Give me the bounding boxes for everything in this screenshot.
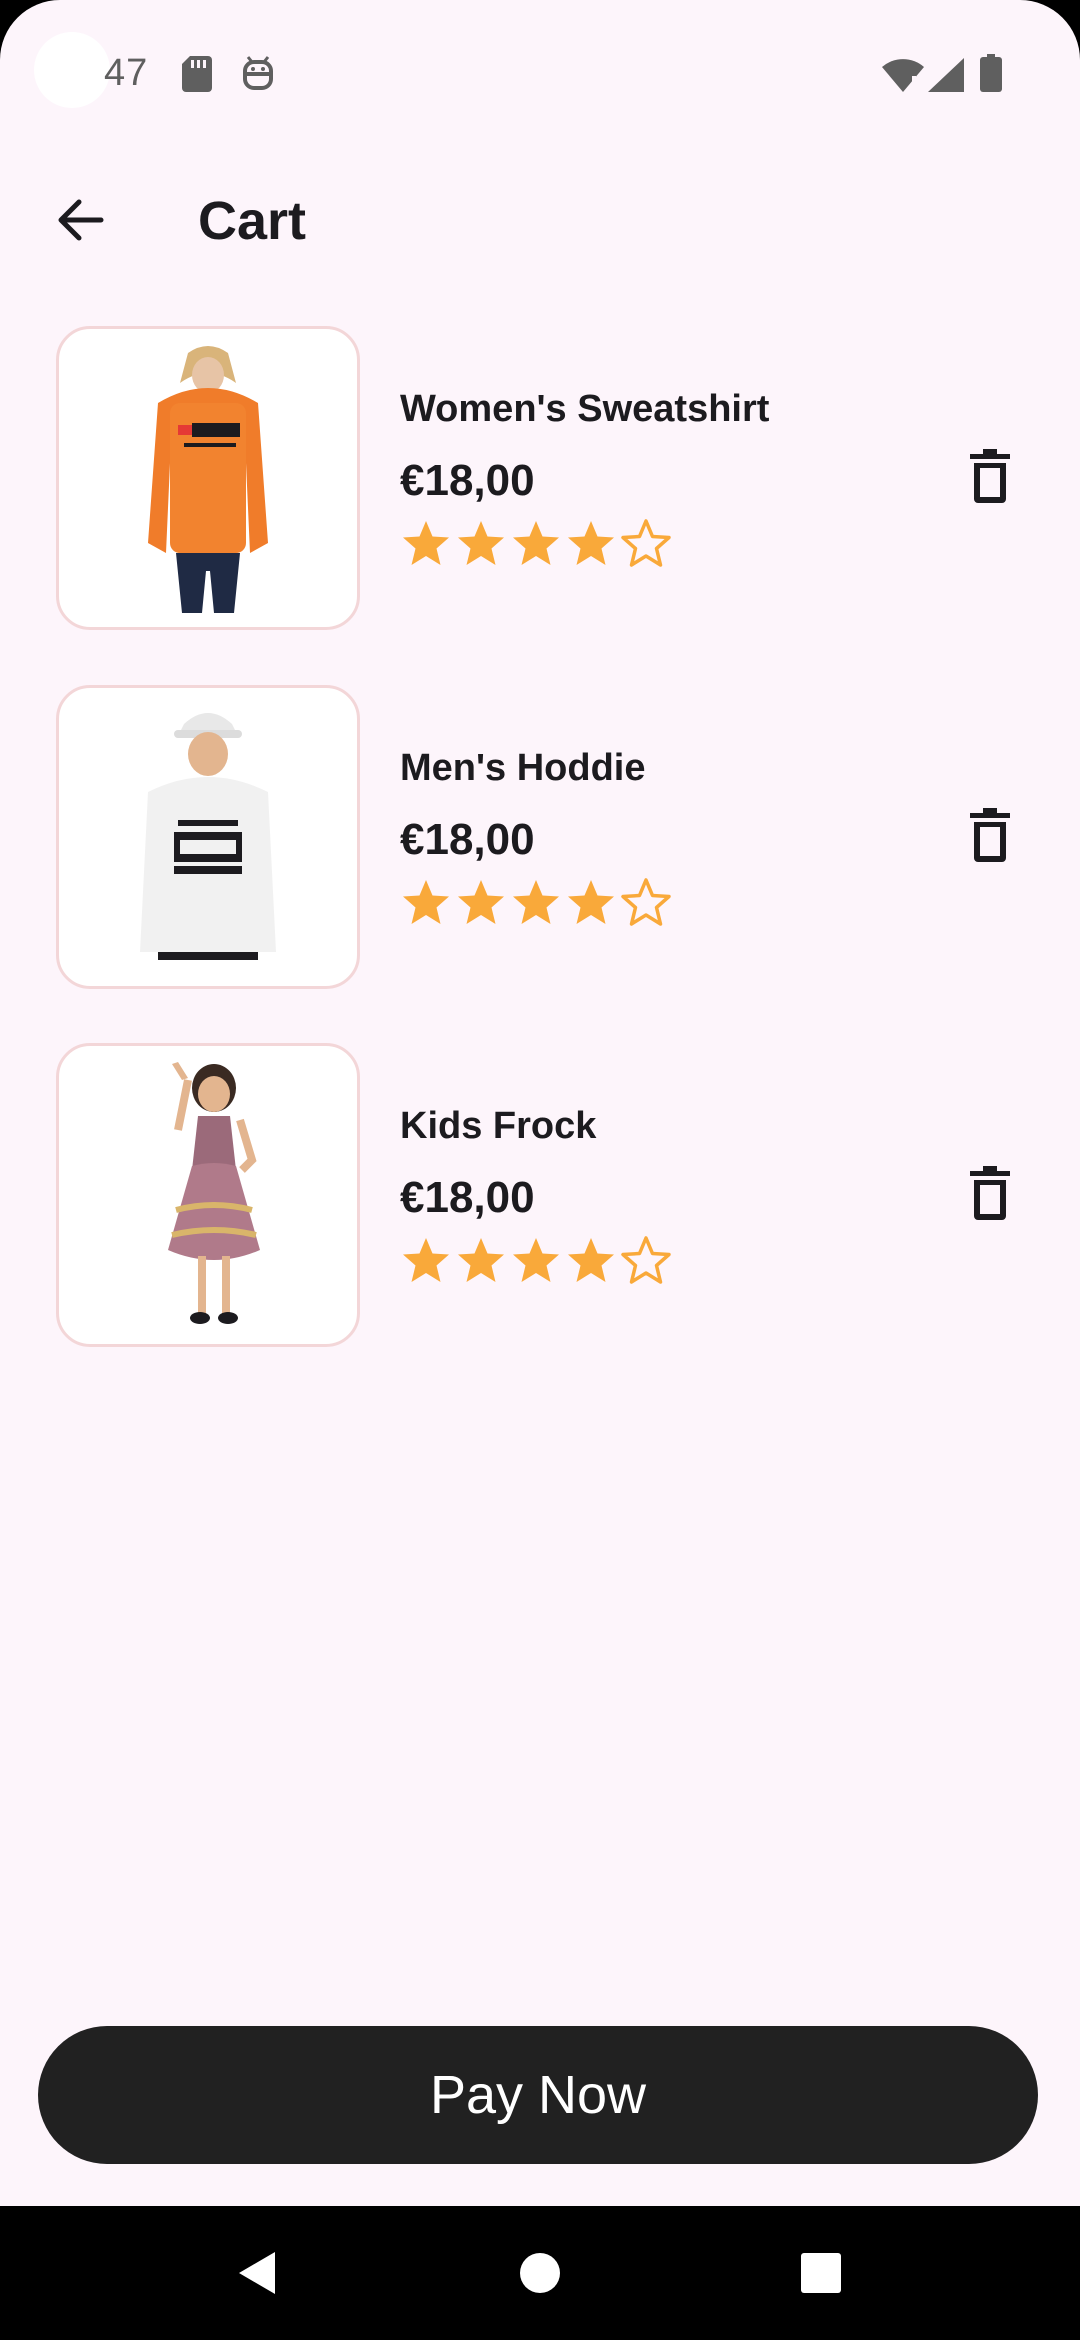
- star-outline-icon: [621, 519, 671, 567]
- item-price: €18,00: [400, 1173, 535, 1222]
- cart-item: Men's Hoddie €18,00: [0, 685, 1080, 989]
- kids-frock-image: [168, 1062, 260, 1324]
- product-image[interactable]: [56, 326, 360, 630]
- star-filled-icon: [513, 521, 559, 565]
- trash-icon: [970, 808, 1010, 862]
- arrow-back-icon: [58, 199, 104, 241]
- navigation-bar: [0, 2206, 1080, 2340]
- star-filled-icon: [568, 880, 614, 924]
- pay-now-button[interactable]: Pay Now: [38, 2026, 1038, 2164]
- star-filled-icon: [403, 521, 449, 565]
- delete-button[interactable]: [950, 1153, 1030, 1233]
- item-price: €18,00: [400, 815, 535, 864]
- cart-item: Women's Sweatshirt €18,00: [0, 326, 1080, 630]
- rating-stars: [400, 1235, 672, 1291]
- star-filled-icon: [458, 1238, 504, 1282]
- white-hoodie-image: [140, 713, 276, 960]
- star-filled-icon: [458, 521, 504, 565]
- cart-item: Kids Frock €18,00: [0, 1043, 1080, 1347]
- star-outline-icon: [621, 878, 671, 926]
- nav-home-button[interactable]: [473, 2206, 607, 2340]
- status-bar: 47: [0, 0, 1080, 150]
- page-title: Cart: [198, 191, 307, 251]
- rating-stars: [400, 518, 672, 574]
- android-debug-icon: [242, 56, 274, 97]
- star-filled-icon: [458, 880, 504, 924]
- recents-square-icon: [801, 2253, 841, 2293]
- star-filled-icon: [513, 880, 559, 924]
- back-button[interactable]: [40, 180, 120, 260]
- item-name: Men's Hoddie: [400, 747, 646, 789]
- star-outline-icon: [621, 1236, 671, 1284]
- sd-card-icon: [182, 56, 212, 97]
- orange-hoodie-image: [148, 346, 268, 613]
- wifi-icon: [882, 58, 924, 97]
- camera-cutout: [34, 32, 110, 108]
- star-filled-icon: [513, 1238, 559, 1282]
- star-filled-icon: [568, 521, 614, 565]
- delete-button[interactable]: [950, 795, 1030, 875]
- item-name: Women's Sweatshirt: [400, 388, 770, 430]
- product-image[interactable]: [56, 685, 360, 989]
- battery-icon: [980, 54, 1002, 97]
- home-circle-icon: [520, 2253, 560, 2293]
- item-price: €18,00: [400, 456, 535, 505]
- back-triangle-icon: [239, 2252, 275, 2294]
- nav-back-button[interactable]: [190, 2206, 324, 2340]
- status-time: 47: [104, 52, 149, 94]
- delete-button[interactable]: [950, 436, 1030, 516]
- star-filled-icon: [568, 1238, 614, 1282]
- trash-icon: [970, 1166, 1010, 1220]
- star-filled-icon: [403, 1238, 449, 1282]
- trash-icon: [970, 449, 1010, 503]
- signal-icon: [928, 58, 964, 97]
- cart-screen: 47 Cart Women's Sweatshirt €18,00 Men's …: [0, 0, 1080, 2340]
- star-filled-icon: [403, 880, 449, 924]
- product-image[interactable]: [56, 1043, 360, 1347]
- rating-stars: [400, 877, 672, 933]
- nav-recents-button[interactable]: [754, 2206, 888, 2340]
- item-name: Kids Frock: [400, 1105, 597, 1147]
